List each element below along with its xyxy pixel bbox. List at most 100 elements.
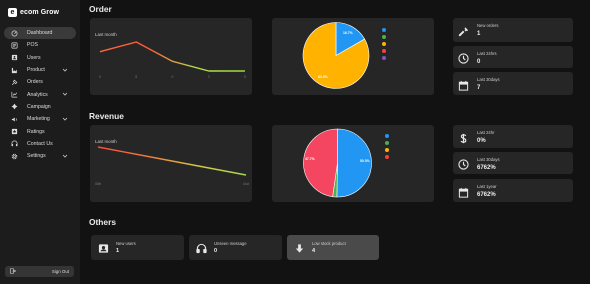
stat-value: 6762% <box>477 165 496 171</box>
sidebar-item-product[interactable]: Product <box>4 64 76 76</box>
order-pie-chart <box>302 22 370 89</box>
revenue-pie-chart <box>303 128 372 198</box>
sidebar-item-settings[interactable]: Settings <box>4 150 76 162</box>
sign-out-label: Sign Out <box>51 269 69 274</box>
others-new-users: New users 1 <box>91 235 184 260</box>
others-value: 1 <box>116 248 120 254</box>
order-pie-label-yellow: 83.3% <box>318 75 328 79</box>
sidebar-item-pos[interactable]: POS <box>4 39 76 51</box>
clock-icon <box>458 51 469 64</box>
sidebar-item-label: POS <box>27 42 38 49</box>
campaign-icon <box>11 103 18 110</box>
sidebar-item-analytics[interactable]: Analytics <box>4 88 76 100</box>
logo-mark: e <box>8 7 17 17</box>
revenue-pie-legend <box>385 133 392 160</box>
legend-item[interactable] <box>385 133 392 140</box>
stat-label: Last 30days <box>477 157 500 162</box>
calendar-icon <box>458 185 469 198</box>
stat-last-30days: Last 30days 7 <box>453 72 573 95</box>
legend-dot <box>382 55 386 60</box>
others-value: 0 <box>214 248 218 254</box>
legend-dot <box>382 41 386 46</box>
chevron-down-icon <box>62 116 68 122</box>
stat-label: Last 1year <box>477 184 497 189</box>
sidebar-item-orders[interactable]: Orders <box>4 76 76 88</box>
x-tick-label: 0 <box>99 75 101 79</box>
legend-dot <box>382 48 386 53</box>
legend-dot <box>385 154 389 159</box>
order-pie-chart-card: 16.7% 83.3% <box>272 18 434 95</box>
x-tick-label: 40th <box>95 182 102 186</box>
chevron-down-icon <box>62 91 68 97</box>
sidebar-item-marketing[interactable]: Marketing <box>4 113 76 125</box>
section-title-order: Order <box>89 4 112 14</box>
pie-slice[interactable] <box>336 128 372 198</box>
legend-dot <box>385 147 389 152</box>
product-icon <box>11 67 18 74</box>
contact-icon <box>11 140 18 147</box>
stat-value: 7 <box>477 85 481 91</box>
legend-dot <box>382 35 386 40</box>
legend-item[interactable] <box>382 54 389 61</box>
sidebar-item-dashboard[interactable]: Dashboard <box>4 27 76 40</box>
sidebar-nav: Dashboard POS Users Product Orders Analytics C… <box>4 27 76 162</box>
order-line-chart: 0 5 0 0 5 <box>99 41 246 79</box>
dollar-icon <box>458 131 469 144</box>
stat-last-1year: Last 1year 6762% <box>453 179 573 202</box>
user-card-icon <box>98 241 109 253</box>
others-label: Low stock product <box>312 241 346 246</box>
sidebar-item-label: Contact Us <box>27 140 53 147</box>
x-tick-label: 5 <box>244 75 246 79</box>
legend-dot <box>382 28 386 33</box>
others-label: Unseen message <box>214 241 247 246</box>
sidebar-item-contact-us[interactable]: Contact Us <box>4 138 76 150</box>
orders-icon <box>11 79 18 86</box>
headset-icon <box>196 241 207 254</box>
legend-item[interactable] <box>382 41 389 48</box>
others-unseen-message: Unseen message 0 <box>189 235 282 260</box>
sign-out-button[interactable]: Sign Out <box>5 266 74 277</box>
sign-out-icon <box>10 268 16 275</box>
stat-label: New orders <box>477 23 499 28</box>
sidebar-item-label: Users <box>27 54 41 61</box>
sidebar-item-users[interactable]: Users <box>4 52 76 64</box>
stat-last-24hr: Last 24hr 0% <box>453 125 573 148</box>
revenue-pie-chart-card: 47.7% 50.3% <box>272 125 434 202</box>
order-pie-label-blue: 16.7% <box>343 31 353 35</box>
legend-item[interactable] <box>382 34 389 41</box>
sidebar-item-label: Analytics <box>27 91 48 98</box>
legend-item[interactable] <box>382 27 389 34</box>
legend-item[interactable] <box>385 147 392 154</box>
sidebar-item-label: Dashboard <box>27 30 53 37</box>
order-pie-legend <box>382 27 389 61</box>
revenue-pie-label-red: 47.7% <box>305 157 315 161</box>
sidebar-item-label: Ratings <box>27 128 45 135</box>
pos-icon <box>11 42 18 49</box>
others-low-stock-product[interactable]: Low stock product 4 <box>287 235 379 260</box>
legend-item[interactable] <box>382 47 389 54</box>
stat-new-orders: New orders 1 <box>453 18 573 42</box>
stat-last-30days-revenue: Last 30days 6762% <box>453 152 573 174</box>
hammer-icon <box>458 24 469 37</box>
pie-slice[interactable] <box>303 128 338 197</box>
sidebar-item-label: Campaign <box>27 103 51 110</box>
sidebar-item-label: Orders <box>27 79 43 86</box>
sidebar-item-campaign[interactable]: Campaign <box>4 101 76 113</box>
arrow-down-icon <box>294 241 305 253</box>
sidebar: e ecom Grow Dashboard POS Users Product Orde… <box>0 0 80 284</box>
stat-value: 1 <box>477 31 481 37</box>
legend-item[interactable] <box>385 140 392 147</box>
logo[interactable]: e ecom Grow <box>8 6 59 18</box>
legend-item[interactable] <box>385 153 392 160</box>
others-label: New users <box>116 241 136 246</box>
stat-label: Last 24hr <box>477 130 495 135</box>
clock-icon <box>458 157 469 170</box>
logo-text: ecom Grow <box>20 8 60 16</box>
revenue-line-chart-card: Last month 40th 41st <box>90 125 252 202</box>
sidebar-item-ratings[interactable]: Ratings <box>4 125 76 137</box>
x-tick-label: 0 <box>208 75 210 79</box>
chevron-down-icon <box>62 153 68 159</box>
stat-last-24hrs: Last 24hrs 0 <box>453 46 573 68</box>
line-series <box>99 41 245 72</box>
x-tick-label: 5 <box>135 75 137 79</box>
